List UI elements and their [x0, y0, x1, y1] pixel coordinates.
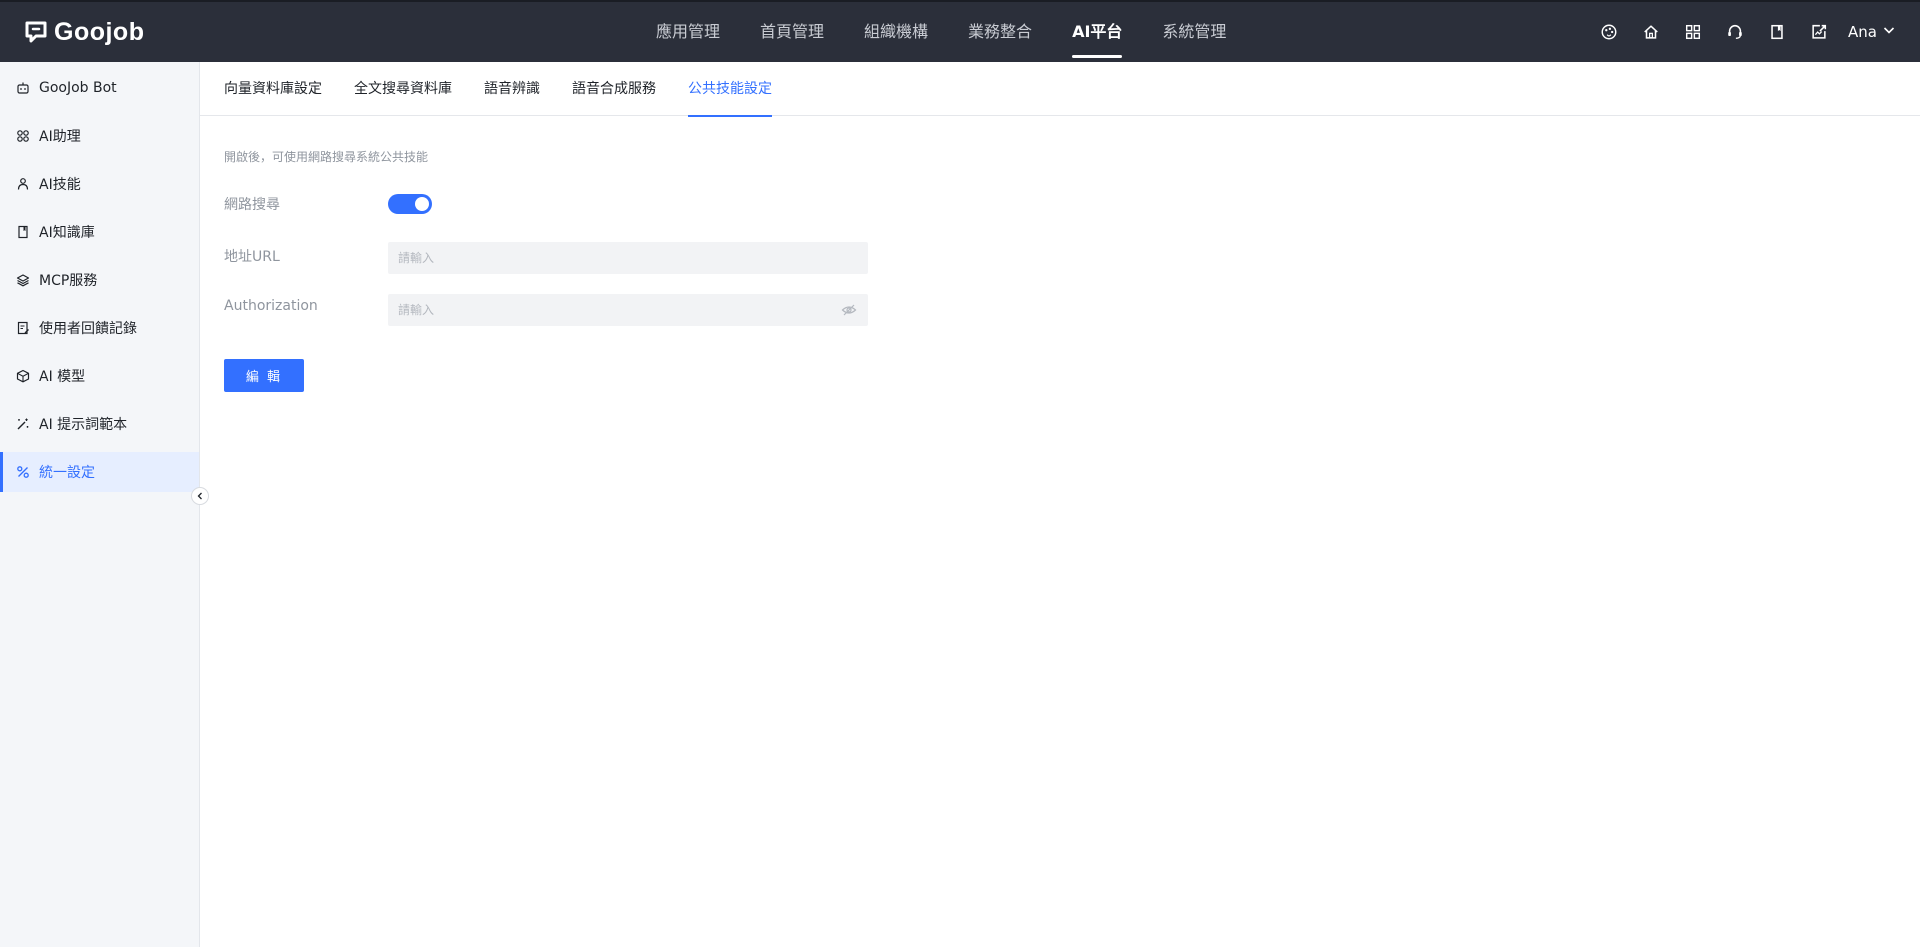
sidebar-item-ai-model[interactable]: AI 模型 — [0, 356, 199, 396]
logo-text: Goojob — [54, 17, 145, 46]
tab-fulltext-search-database[interactable]: 全文搜尋資料庫 — [354, 62, 452, 116]
bot-icon — [16, 81, 30, 95]
url-label: 地址URL — [224, 249, 280, 265]
book-icon — [16, 225, 30, 239]
tab-public-skill-settings[interactable]: 公共技能設定 — [688, 62, 772, 117]
tab-speech-recognition[interactable]: 語音辨識 — [484, 62, 540, 116]
sidebar-item-goojob-bot[interactable]: GooJob Bot — [0, 68, 199, 108]
palette-icon[interactable] — [1598, 21, 1620, 43]
sidebar-item-label: AI技能 — [39, 177, 81, 193]
sidebar-item-label: GooJob Bot — [39, 80, 117, 96]
chevron-down-icon — [1877, 23, 1896, 41]
url-input[interactable] — [388, 242, 868, 274]
form-hint: 開啟後，可使用網路搜尋系統公共技能 — [224, 150, 429, 164]
app-logo[interactable]: Goojob — [24, 18, 144, 46]
home-icon[interactable] — [1640, 21, 1662, 43]
top-bar: Goojob 應用管理 首頁管理 組織機構 業務整合 AI平台 系統管理 Ana — [0, 0, 1920, 62]
topnav-item-app-management[interactable]: 應用管理 — [656, 2, 720, 62]
sidebar-item-ai-skills[interactable]: AI技能 — [0, 164, 199, 204]
cube-icon — [16, 369, 30, 383]
user-menu[interactable]: Ana — [1848, 23, 1896, 41]
chat-bubble-icon — [24, 20, 48, 44]
top-nav: 應用管理 首頁管理 組織機構 業務整合 AI平台 系統管理 — [656, 2, 1266, 62]
apps-grid-icon[interactable] — [1682, 21, 1704, 43]
sidebar-item-unified-settings[interactable]: 統一設定 — [0, 452, 199, 492]
sidebar: GooJob Bot AI助理 AI技能 AI知識庫 MCP服務 使用者回饋記錄… — [0, 62, 200, 947]
sidebar-collapse-button[interactable] — [191, 487, 209, 505]
skill-icon — [16, 177, 30, 191]
eye-off-icon[interactable] — [840, 301, 858, 319]
support-headset-icon[interactable] — [1724, 21, 1746, 43]
web-search-label: 網路搜尋 — [224, 197, 280, 213]
sidebar-item-user-feedback[interactable]: 使用者回饋記錄 — [0, 308, 199, 348]
magic-wand-icon — [16, 417, 30, 431]
sidebar-item-label: AI 提示詞範本 — [39, 417, 128, 433]
edit-button[interactable]: 編 輯 — [224, 359, 304, 392]
sidebar-item-label: AI 模型 — [39, 369, 86, 385]
user-name: Ana — [1848, 23, 1877, 41]
top-right-toolbar: Ana — [1578, 2, 1896, 62]
sidebar-item-label: 統一設定 — [39, 465, 95, 481]
topnav-item-organization[interactable]: 組織機構 — [864, 2, 928, 62]
settings-percent-icon — [16, 465, 30, 479]
settings-tabs: 向量資料庫設定 全文搜尋資料庫 語音辨識 語音合成服務 公共技能設定 — [200, 62, 1920, 117]
sidebar-item-mcp-service[interactable]: MCP服務 — [0, 260, 199, 300]
chevron-left-icon — [195, 491, 205, 501]
topnav-item-business-integration[interactable]: 業務整合 — [968, 2, 1032, 62]
tab-vector-database[interactable]: 向量資料庫設定 — [224, 62, 322, 116]
sidebar-item-label: MCP服務 — [39, 273, 98, 289]
grid-icon — [16, 129, 30, 143]
sidebar-item-label: AI知識庫 — [39, 225, 95, 241]
book-icon[interactable] — [1766, 21, 1788, 43]
authorization-label: Authorization — [224, 298, 318, 314]
toggle-knob — [415, 197, 429, 211]
export-icon[interactable] — [1808, 21, 1830, 43]
web-search-toggle[interactable] — [388, 194, 432, 214]
sidebar-item-label: 使用者回饋記錄 — [39, 321, 137, 337]
topnav-item-ai-platform[interactable]: AI平台 — [1072, 2, 1123, 62]
authorization-input[interactable] — [388, 294, 868, 326]
layers-icon — [16, 273, 30, 287]
sidebar-item-label: AI助理 — [39, 129, 81, 145]
topnav-item-system-management[interactable]: 系統管理 — [1162, 2, 1226, 62]
feedback-icon — [16, 321, 30, 335]
sidebar-item-ai-prompt-template[interactable]: AI 提示詞範本 — [0, 404, 199, 444]
sidebar-item-ai-assistant[interactable]: AI助理 — [0, 116, 199, 156]
topnav-item-homepage-management[interactable]: 首頁管理 — [760, 2, 824, 62]
sidebar-item-ai-knowledge-base[interactable]: AI知識庫 — [0, 212, 199, 252]
tab-speech-synthesis[interactable]: 語音合成服務 — [572, 62, 656, 116]
